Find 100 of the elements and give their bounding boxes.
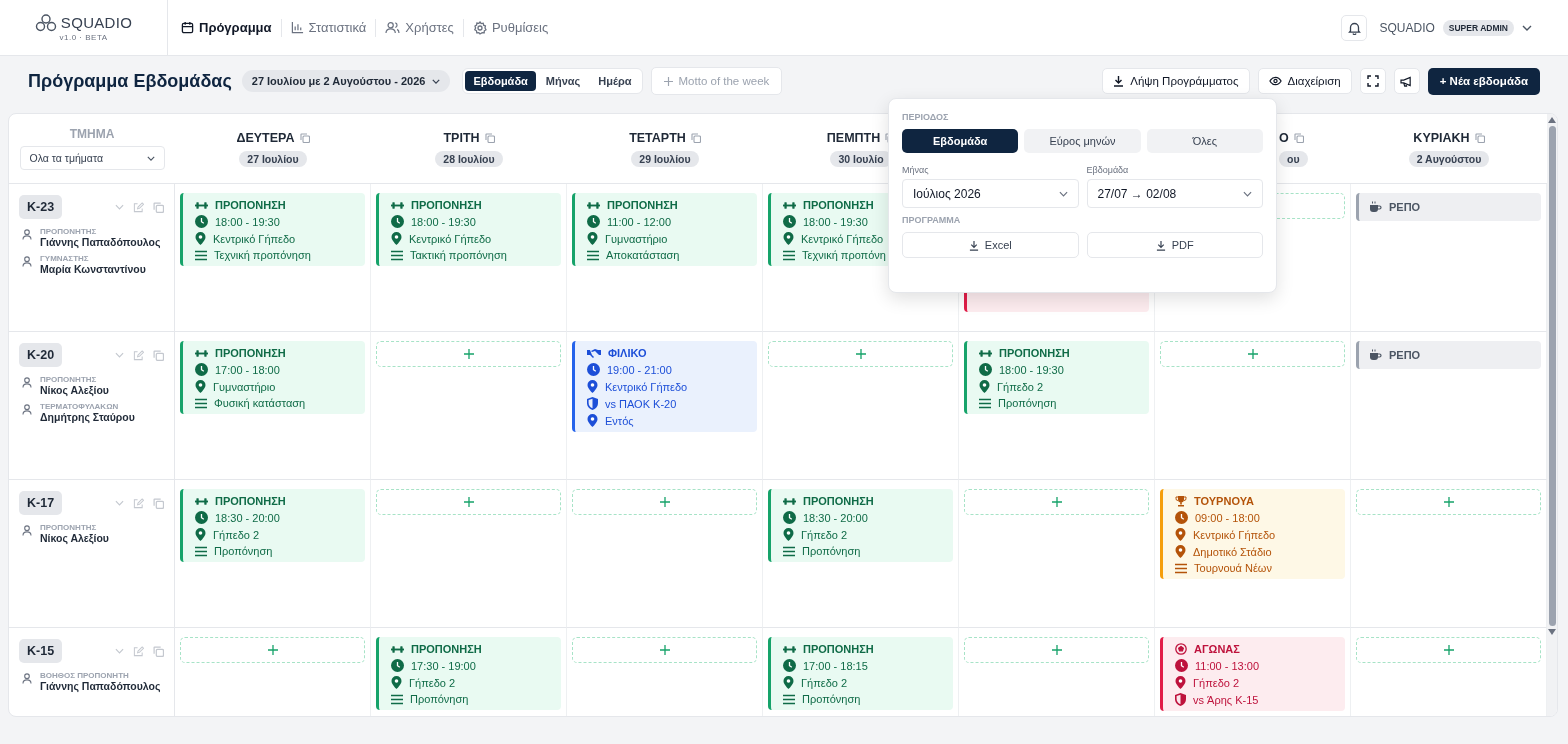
copy-icon[interactable] <box>153 645 164 657</box>
export-button[interactable]: PDF <box>1086 232 1263 258</box>
chevron-down-icon <box>146 155 155 161</box>
dumbbell-icon <box>391 200 404 210</box>
edit-icon[interactable] <box>133 645 144 657</box>
field-label: Εβδομάδα <box>1086 165 1130 175</box>
fullscreen-button[interactable] <box>1359 68 1386 94</box>
nav-tab[interactable]: Χρήστες <box>376 20 463 35</box>
calendar-icon <box>181 21 194 34</box>
event-detail: Προπόνηση <box>998 397 1057 409</box>
period-option[interactable]: Εβδομάδα <box>902 129 1019 153</box>
date-badge: 28 Ιουλίου <box>435 150 503 167</box>
team-badge: Κ-15 <box>19 639 63 663</box>
event-card[interactable]: ΠΡΟΠΟΝΗΣΗ 18:30 - 20:00 Γήπεδο 2 Προπόνηση <box>180 489 365 562</box>
event-card[interactable]: ΠΡΟΠΟΝΗΣΗ 18:30 - 20:00 Γήπεδο 2 Προπόνηση <box>768 489 953 562</box>
edit-icon[interactable] <box>133 497 144 509</box>
edit-icon[interactable] <box>133 349 144 361</box>
nav-tab[interactable]: Πρόγραμμα <box>172 20 281 35</box>
page-title: Πρόγραμμα Εβδομάδας <box>28 70 232 92</box>
event-card[interactable]: ΠΡΟΠΟΝΗΣΗ 18:00 - 19:30 Κεντρικό Γήπεδο Τεχνική προπόνηση <box>180 193 365 266</box>
team-badge: Κ-17 <box>19 491 63 515</box>
scrollbar-thumb[interactable] <box>1548 126 1556 626</box>
event-card[interactable]: ΠΡΟΠΟΝΗΣΗ 18:00 - 19:30 Κεντρικό Γήπεδο Τακτική προπόνηση <box>376 193 561 266</box>
period-option[interactable]: Όλες <box>1146 129 1263 153</box>
manage-button[interactable]: Διαχείριση <box>1257 68 1352 94</box>
nav-tab[interactable]: Ρυθμίσεις <box>463 20 558 35</box>
event-detail: Κεντρικό Γήπεδο <box>213 232 296 245</box>
event-title: ΠΡΟΠΟΝΗΣΗ <box>803 495 874 507</box>
shield-icon <box>1175 693 1186 706</box>
view-tab[interactable]: Εβδομάδα <box>465 71 536 91</box>
event-detail: Γήπεδο 2 <box>801 676 848 689</box>
copy-icon[interactable] <box>299 132 310 143</box>
team-filter-select[interactable]: Ολα τα τμήματα <box>19 146 165 170</box>
clock-icon <box>587 363 600 376</box>
event-detail: Τουρνουά Νέων <box>1194 562 1272 574</box>
add-slot-button[interactable] <box>572 637 757 663</box>
event-detail: Τεχνική προπόνη <box>802 249 886 261</box>
scroll-down-icon[interactable] <box>1548 629 1556 635</box>
event-card[interactable]: ΑΓΩΝΑΣ 11:00 - 13:00 Γήπεδο 2 vs Άρης Κ-15 <box>1160 637 1345 711</box>
view-tab[interactable]: Ημέρα <box>590 71 640 91</box>
event-detail: Γήπεδο 2 <box>213 528 260 541</box>
add-slot-button[interactable] <box>964 637 1149 663</box>
add-slot-button[interactable] <box>964 489 1149 515</box>
event-card[interactable]: ΠΡΟΠΟΝΗΣΗ 11:00 - 12:00 Γυμναστήριο Αποκατάσταση <box>572 193 757 266</box>
copy-icon[interactable] <box>484 132 495 143</box>
chevron-down-icon[interactable] <box>1522 24 1532 31</box>
staff-name: Μαρία Κωνσταντίνου <box>40 263 146 275</box>
person-icon <box>22 404 32 415</box>
section-heading: ΠΕΡΙΟΔΟΣ <box>902 112 950 122</box>
event-title: ΦΙΛΙΚΟ <box>608 347 647 359</box>
list-icon <box>391 249 403 261</box>
download-schedule-button[interactable]: Λήψη Προγράμματος <box>1102 68 1250 94</box>
event-detail: 18:00 - 19:30 <box>999 363 1064 376</box>
month-select[interactable]: Ιούλιος 2026 <box>902 179 1079 208</box>
add-slot-button[interactable] <box>572 489 757 515</box>
copy-icon[interactable] <box>153 497 164 509</box>
copy-icon[interactable] <box>153 201 164 213</box>
event-detail: Γήπεδο 2 <box>1193 676 1240 689</box>
day-heading: ΤΡΙΤΗ <box>443 130 480 145</box>
event-title: ΠΡΟΠΟΝΗΣΗ <box>803 643 874 655</box>
copy-icon[interactable] <box>690 132 701 143</box>
person-icon <box>22 525 32 536</box>
add-slot-button[interactable] <box>1356 637 1541 663</box>
scrollbar[interactable] <box>1547 114 1557 716</box>
notifications-button[interactable] <box>1341 14 1368 41</box>
chevron-down-icon <box>1058 190 1068 197</box>
view-tab[interactable]: Μήνας <box>537 71 589 91</box>
copy-icon[interactable] <box>1293 132 1304 143</box>
location-pin-icon <box>979 380 990 393</box>
event-detail: Τακτική προπόνηση <box>410 249 507 261</box>
edit-icon[interactable] <box>133 201 144 213</box>
add-slot-button[interactable] <box>376 489 561 515</box>
add-slot-button[interactable] <box>768 341 953 367</box>
export-button[interactable]: Excel <box>902 232 1079 258</box>
event-card[interactable]: ΠΡΟΠΟΝΗΣΗ 17:00 - 18:15 Γήπεδο 2 Προπόνηση <box>768 637 953 710</box>
event-card[interactable]: ΦΙΛΙΚΟ 19:00 - 21:00 Κεντρικό Γήπεδο vs ΠΑΟΚ Κ-20 Εντός <box>572 341 757 432</box>
event-card[interactable]: ΠΡΟΠΟΝΗΣΗ 17:00 - 18:00 Γυμναστήριο Φυσική κατάσταση <box>180 341 365 414</box>
add-slot-button[interactable] <box>1356 489 1541 515</box>
period-option[interactable]: Εύρος μηνών <box>1024 129 1141 153</box>
location-pin-icon <box>391 676 402 689</box>
team-badge: Κ-20 <box>19 343 63 367</box>
nav-tab[interactable]: Στατιστικά <box>281 20 376 35</box>
copy-icon[interactable] <box>153 349 164 361</box>
copy-icon[interactable] <box>1474 132 1485 143</box>
scroll-up-icon[interactable] <box>1548 117 1556 123</box>
event-card[interactable]: ΠΡΟΠΟΝΗΣΗ 17:30 - 19:00 Γήπεδο 2 Προπόνηση <box>376 637 561 710</box>
clock-icon <box>391 659 404 672</box>
add-slot-button[interactable] <box>376 341 561 367</box>
rest-day-card[interactable]: ΡΕΠΟ <box>1356 193 1541 221</box>
add-slot-button[interactable] <box>180 637 365 663</box>
rest-day-card[interactable]: ΡΕΠΟ <box>1356 341 1541 369</box>
event-card[interactable]: ΠΡΟΠΟΝΗΣΗ 18:00 - 19:30 Γήπεδο 2 Προπόνηση <box>964 341 1149 414</box>
add-slot-button[interactable] <box>1160 341 1345 367</box>
field-label: Μήνας <box>902 165 930 175</box>
location-pin-icon <box>391 232 402 245</box>
new-week-button[interactable]: + Νέα εβδομάδα <box>1427 67 1540 95</box>
week-select[interactable]: 27/07 → 02/08 <box>1086 179 1263 208</box>
week-selector[interactable]: 27 Ιουλίου με 2 Αυγούστου - 2026 <box>241 70 451 92</box>
event-card[interactable]: ΤΟΥΡΝΟΥΑ 09:00 - 18:00 Κεντρικό Γήπεδο Δημοτικό Στάδιο Τουρνουά Νέων <box>1160 489 1345 579</box>
announcement-button[interactable] <box>1393 68 1420 94</box>
